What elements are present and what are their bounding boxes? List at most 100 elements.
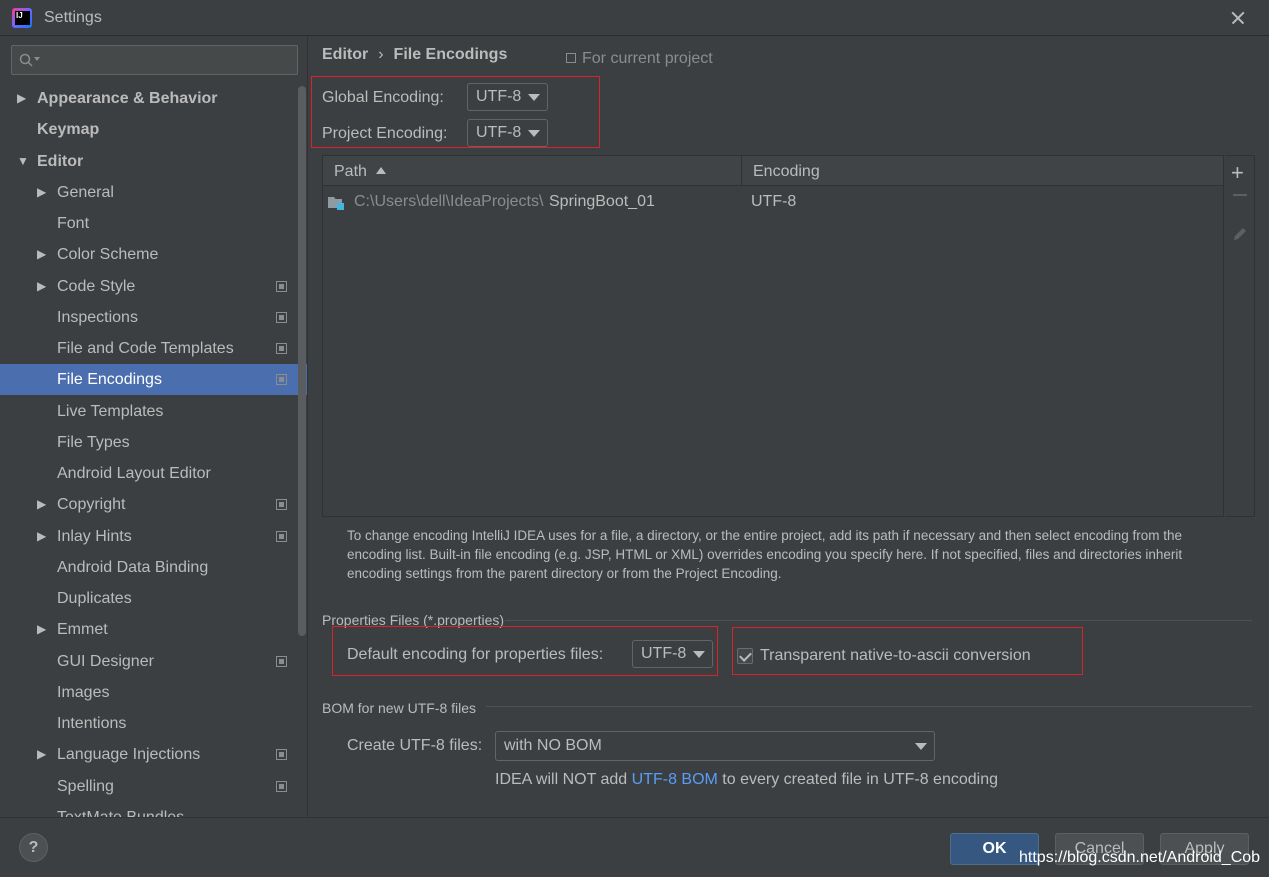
expand-right-icon[interactable]: ▶ <box>37 271 49 302</box>
project-encoding-select[interactable]: UTF-8 <box>467 119 548 147</box>
settings-content: Editor › File Encodings For current projec… <box>308 36 1269 817</box>
help-button[interactable]: ? <box>19 833 48 862</box>
chevron-down-icon <box>528 130 540 137</box>
global-encoding-select[interactable]: UTF-8 <box>467 83 548 111</box>
project-encoding-label: Project Encoding: <box>322 125 448 142</box>
expand-right-icon[interactable]: ▶ <box>37 489 49 520</box>
expand-right-icon[interactable]: ▶ <box>17 83 29 114</box>
project-scope-icon <box>276 530 287 542</box>
expand-right-icon[interactable]: ▶ <box>37 739 49 770</box>
project-scope-icon <box>276 655 287 667</box>
sidebar-item-language-injections[interactable]: ▶ Language Injections <box>0 739 307 770</box>
properties-section-divider <box>505 620 1252 621</box>
sidebar-item-label: GUI Designer <box>57 652 154 670</box>
column-header-encoding[interactable]: Encoding <box>742 156 1222 186</box>
sidebar-item-file-and-code-templates[interactable]: File and Code Templates <box>0 333 307 364</box>
transparent-conversion-checkbox[interactable] <box>737 648 753 664</box>
watermark-text: https://blog.csdn.net/Android_Cob <box>1019 849 1261 866</box>
sidebar-item-label: File and Code Templates <box>57 340 234 357</box>
sidebar-item-label: File Types <box>57 433 130 451</box>
settings-sidebar: ▶ Appearance & Behavior Keymap ▼ Editor ▶ Gene… <box>0 36 308 817</box>
project-encoding-value: UTF-8 <box>476 124 522 141</box>
expand-right-icon[interactable]: ▶ <box>37 177 49 208</box>
add-icon[interactable]: + <box>1231 162 1244 184</box>
project-scope-icon <box>276 280 287 292</box>
sidebar-item-textmate-bundles[interactable]: TextMate Bundles <box>0 802 307 817</box>
breadcrumb-parent[interactable]: Editor <box>322 46 368 63</box>
sidebar-item-color-scheme[interactable]: ▶ Color Scheme <box>0 239 307 270</box>
sidebar-item-editor[interactable]: ▼ Editor <box>0 146 307 177</box>
sidebar-item-appearance-behavior[interactable]: ▶ Appearance & Behavior <box>0 83 307 114</box>
project-scope-icon <box>276 499 287 511</box>
sidebar-item-label: Intentions <box>57 715 127 732</box>
sidebar-item-emmet[interactable]: ▶ Emmet <box>0 614 307 645</box>
transparent-conversion-label[interactable]: Transparent native-to-ascii conversion <box>760 647 1031 665</box>
sidebar-item-font[interactable]: Font <box>0 208 307 239</box>
sidebar-item-images[interactable]: Images <box>0 677 307 708</box>
sidebar-scrollbar[interactable] <box>298 86 306 636</box>
utf8-bom-link[interactable]: UTF-8 BOM <box>632 771 718 788</box>
table-toolbar: + <box>1225 155 1255 517</box>
bom-section-divider <box>486 706 1252 707</box>
sidebar-item-file-encodings[interactable]: File Encodings <box>0 364 307 396</box>
bom-note-suffix: to every created file in UTF-8 encoding <box>717 771 998 788</box>
sidebar-item-label: Android Layout Editor <box>57 465 211 482</box>
breadcrumb-current: File Encodings <box>393 46 508 63</box>
default-properties-encoding-label: Default encoding for properties files: <box>347 646 604 663</box>
sidebar-item-label: Copyright <box>57 496 126 514</box>
row-path-prefix: C:\Users\dell\IdeaProjects\ <box>354 193 544 210</box>
folder-icon <box>328 197 344 210</box>
sidebar-item-duplicates[interactable]: Duplicates <box>0 583 307 614</box>
sidebar-item-inspections[interactable]: Inspections <box>0 302 307 333</box>
sidebar-item-keymap[interactable]: Keymap <box>0 114 307 145</box>
global-encoding-label: Global Encoding: <box>322 89 444 106</box>
expand-right-icon[interactable]: ▶ <box>37 239 49 270</box>
sidebar-item-label: Inspections <box>57 308 138 326</box>
sidebar-item-label: Android Data Binding <box>57 558 209 576</box>
project-scope-icon <box>276 780 287 792</box>
window-title: Settings <box>44 9 102 26</box>
sidebar-item-label: General <box>57 183 114 201</box>
path-encoding-table: Path Encoding C:\Users\dell\IdeaProjects… <box>322 155 1224 517</box>
sidebar-item-spelling[interactable]: Spelling <box>0 771 307 802</box>
sidebar-item-android-data-binding[interactable]: Android Data Binding <box>0 552 307 583</box>
edit-pencil-icon[interactable] <box>1232 226 1248 242</box>
chevron-down-icon <box>528 94 540 101</box>
sidebar-item-live-templates[interactable]: Live Templates <box>0 396 307 427</box>
create-utf8-value: with NO BOM <box>504 737 602 754</box>
sidebar-item-gui-designer[interactable]: GUI Designer <box>0 646 307 677</box>
sidebar-item-label: Font <box>57 215 90 232</box>
intellij-logo-icon <box>12 8 32 28</box>
bom-note: IDEA will NOT add UTF-8 BOM to every cre… <box>495 771 998 789</box>
sidebar-item-general[interactable]: ▶ General <box>0 177 307 208</box>
remove-icon[interactable] <box>1233 194 1247 196</box>
sidebar-item-file-types[interactable]: File Types <box>0 427 307 458</box>
sidebar-item-label: Code Style <box>57 277 136 295</box>
sidebar-item-android-layout-editor[interactable]: Android Layout Editor <box>0 458 307 489</box>
create-utf8-select[interactable]: with NO BOM <box>495 731 935 761</box>
search-dropdown-icon[interactable] <box>34 57 40 61</box>
sidebar-item-intentions[interactable]: Intentions <box>0 708 307 739</box>
default-properties-encoding-select[interactable]: UTF-8 <box>632 640 713 668</box>
default-properties-encoding-value: UTF-8 <box>641 645 687 662</box>
sidebar-item-label: Spelling <box>57 777 114 795</box>
bom-section-title: BOM for new UTF-8 files <box>322 700 477 716</box>
sidebar-item-label: Editor <box>37 152 84 170</box>
expand-down-icon[interactable]: ▼ <box>17 146 29 177</box>
sidebar-item-code-style[interactable]: ▶ Code Style <box>0 271 307 302</box>
row-encoding[interactable]: UTF-8 <box>751 193 796 211</box>
sidebar-item-label: Live Templates <box>57 402 164 420</box>
sidebar-item-inlay-hints[interactable]: ▶ Inlay Hints <box>0 521 307 552</box>
global-encoding-value: UTF-8 <box>476 88 522 105</box>
close-icon[interactable] <box>1226 6 1250 30</box>
project-scope-icon <box>276 749 287 761</box>
sidebar-item-label: TextMate Bundles <box>57 802 184 817</box>
expand-right-icon[interactable]: ▶ <box>37 614 49 645</box>
project-scope-icon <box>276 343 287 354</box>
for-current-project-text: For current project <box>582 50 713 67</box>
row-path-name: SpringBoot_01 <box>549 193 655 210</box>
expand-right-icon[interactable]: ▶ <box>37 521 49 552</box>
create-utf8-label: Create UTF-8 files: <box>347 737 483 754</box>
search-input[interactable] <box>11 45 298 75</box>
sidebar-item-copyright[interactable]: ▶ Copyright <box>0 489 307 520</box>
